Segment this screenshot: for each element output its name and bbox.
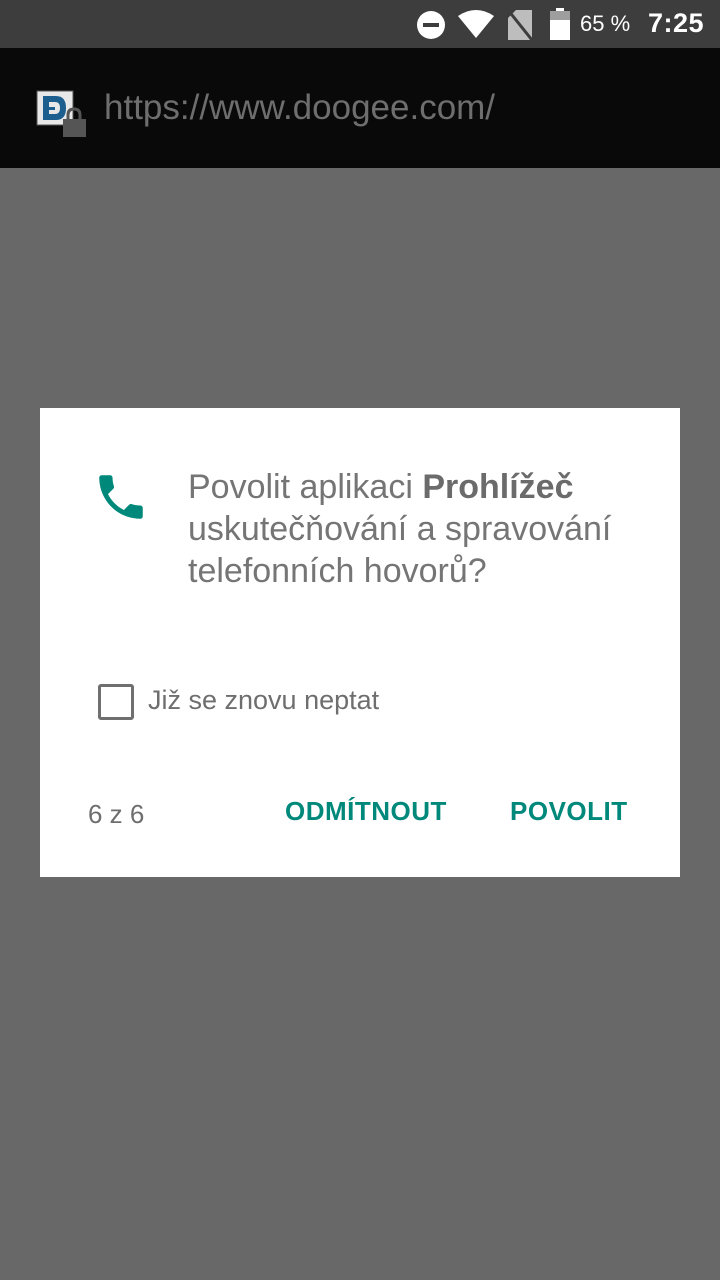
message-suffix: uskutečňování a spravování telefonních h… — [188, 510, 612, 590]
deny-button[interactable]: ODMÍTNOUT — [285, 796, 447, 827]
url-text[interactable]: https://www.doogee.com/ — [104, 88, 495, 128]
dont-ask-again-label[interactable]: Již se znovu neptat — [148, 685, 379, 716]
no-sim-icon — [508, 10, 532, 40]
page-counter: 6 z 6 — [88, 799, 145, 829]
permission-message: Povolit aplikaci Prohlížeč uskutečňování… — [188, 466, 648, 592]
browser-url-bar[interactable]: https://www.doogee.com/ — [0, 48, 720, 168]
message-prefix: Povolit aplikaci — [188, 468, 423, 506]
permission-dialog: Povolit aplikaci Prohlížeč uskutečňování… — [40, 408, 680, 877]
app-name: Prohlížeč — [422, 468, 574, 506]
dont-ask-again-checkbox[interactable] — [98, 684, 134, 720]
clock: 7:25 — [648, 8, 705, 38]
status-bar: 65 % 7:25 — [0, 0, 720, 48]
battery-percentage: 65 % — [580, 11, 631, 36]
phone-icon — [99, 475, 143, 519]
wifi-icon — [458, 10, 494, 38]
doogee-logo-lock-icon — [36, 90, 86, 137]
battery-icon — [550, 8, 570, 40]
allow-button[interactable]: POVOLIT — [510, 796, 628, 827]
do-not-disturb-icon — [417, 11, 445, 39]
